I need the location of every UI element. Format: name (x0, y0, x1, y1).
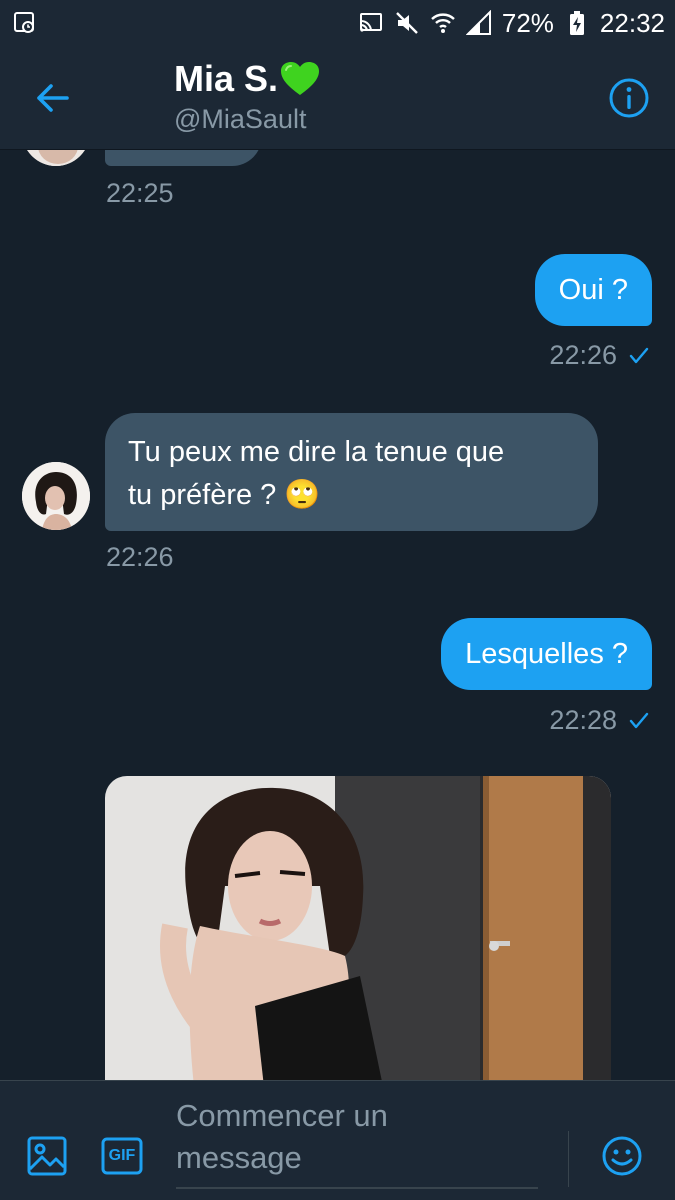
message-input-placeholder: message (176, 1140, 302, 1175)
wifi-icon (430, 10, 456, 36)
message-timestamp: 22:26 (549, 340, 617, 370)
status-bar: 72% 22:32 (0, 0, 675, 46)
image-icon (27, 1136, 67, 1176)
avatar[interactable] (22, 462, 90, 530)
message-composer: GIF Commencer un message (0, 1080, 675, 1200)
green-heart-icon (281, 62, 320, 95)
battery-percent: 72% (501, 7, 554, 38)
read-check-icon (629, 347, 649, 363)
gif-label: GIF (108, 1147, 136, 1164)
message-bubble-incoming[interactable]: Tu peux me dire la tenue que tu préfère … (105, 413, 598, 531)
battery-charging-icon (564, 10, 590, 36)
read-check-icon (629, 712, 649, 728)
avatar[interactable] (22, 150, 90, 166)
screenshot-notification-icon (12, 10, 38, 36)
back-arrow-icon (37, 84, 69, 112)
message-text-line: tu préfère ? 🙄 (128, 479, 321, 511)
conversation-title[interactable]: Mia S. @MiaSault (174, 58, 320, 135)
message-timestamp: 22:28 (549, 705, 617, 735)
message-input[interactable]: Commencer un message (176, 1095, 538, 1189)
contact-name: Mia S. (174, 58, 279, 99)
conversation-header: Mia S. @MiaSault (0, 46, 675, 150)
mute-icon (394, 10, 420, 36)
message-status: 22:28 (549, 705, 649, 736)
gif-button[interactable]: GIF (101, 1137, 143, 1175)
clock: 22:32 (599, 7, 665, 38)
back-button[interactable] (30, 76, 74, 120)
message-bubble-outgoing[interactable]: Oui ? (534, 254, 652, 326)
emoji-button[interactable] (601, 1135, 643, 1177)
smiley-icon (602, 1136, 642, 1176)
cast-icon (358, 10, 384, 36)
message-timestamp: 22:26 (106, 542, 174, 572)
message-bubble-outgoing[interactable]: Lesquelles ? (441, 618, 652, 690)
message-image[interactable] (105, 776, 611, 1080)
message-list[interactable]: 22:25 Oui ? 22:26 Tu peux me dire la ten… (0, 150, 675, 1080)
message-input-placeholder: Commencer un (176, 1098, 388, 1133)
composer-divider (568, 1131, 569, 1187)
message-text: Oui ? (558, 274, 628, 306)
message-text-line: Tu peux me dire la tenue que (128, 436, 505, 468)
message-timestamp: 22:25 (106, 178, 174, 208)
contact-handle: @MiaSault (174, 104, 307, 134)
message-text: Lesquelles ? (465, 638, 628, 670)
photo-button[interactable] (26, 1135, 68, 1177)
signal-icon (465, 10, 492, 36)
message-status: 22:26 (549, 340, 649, 371)
info-button[interactable] (607, 76, 651, 120)
message-bubble-incoming[interactable] (105, 150, 262, 166)
info-icon (609, 78, 649, 118)
